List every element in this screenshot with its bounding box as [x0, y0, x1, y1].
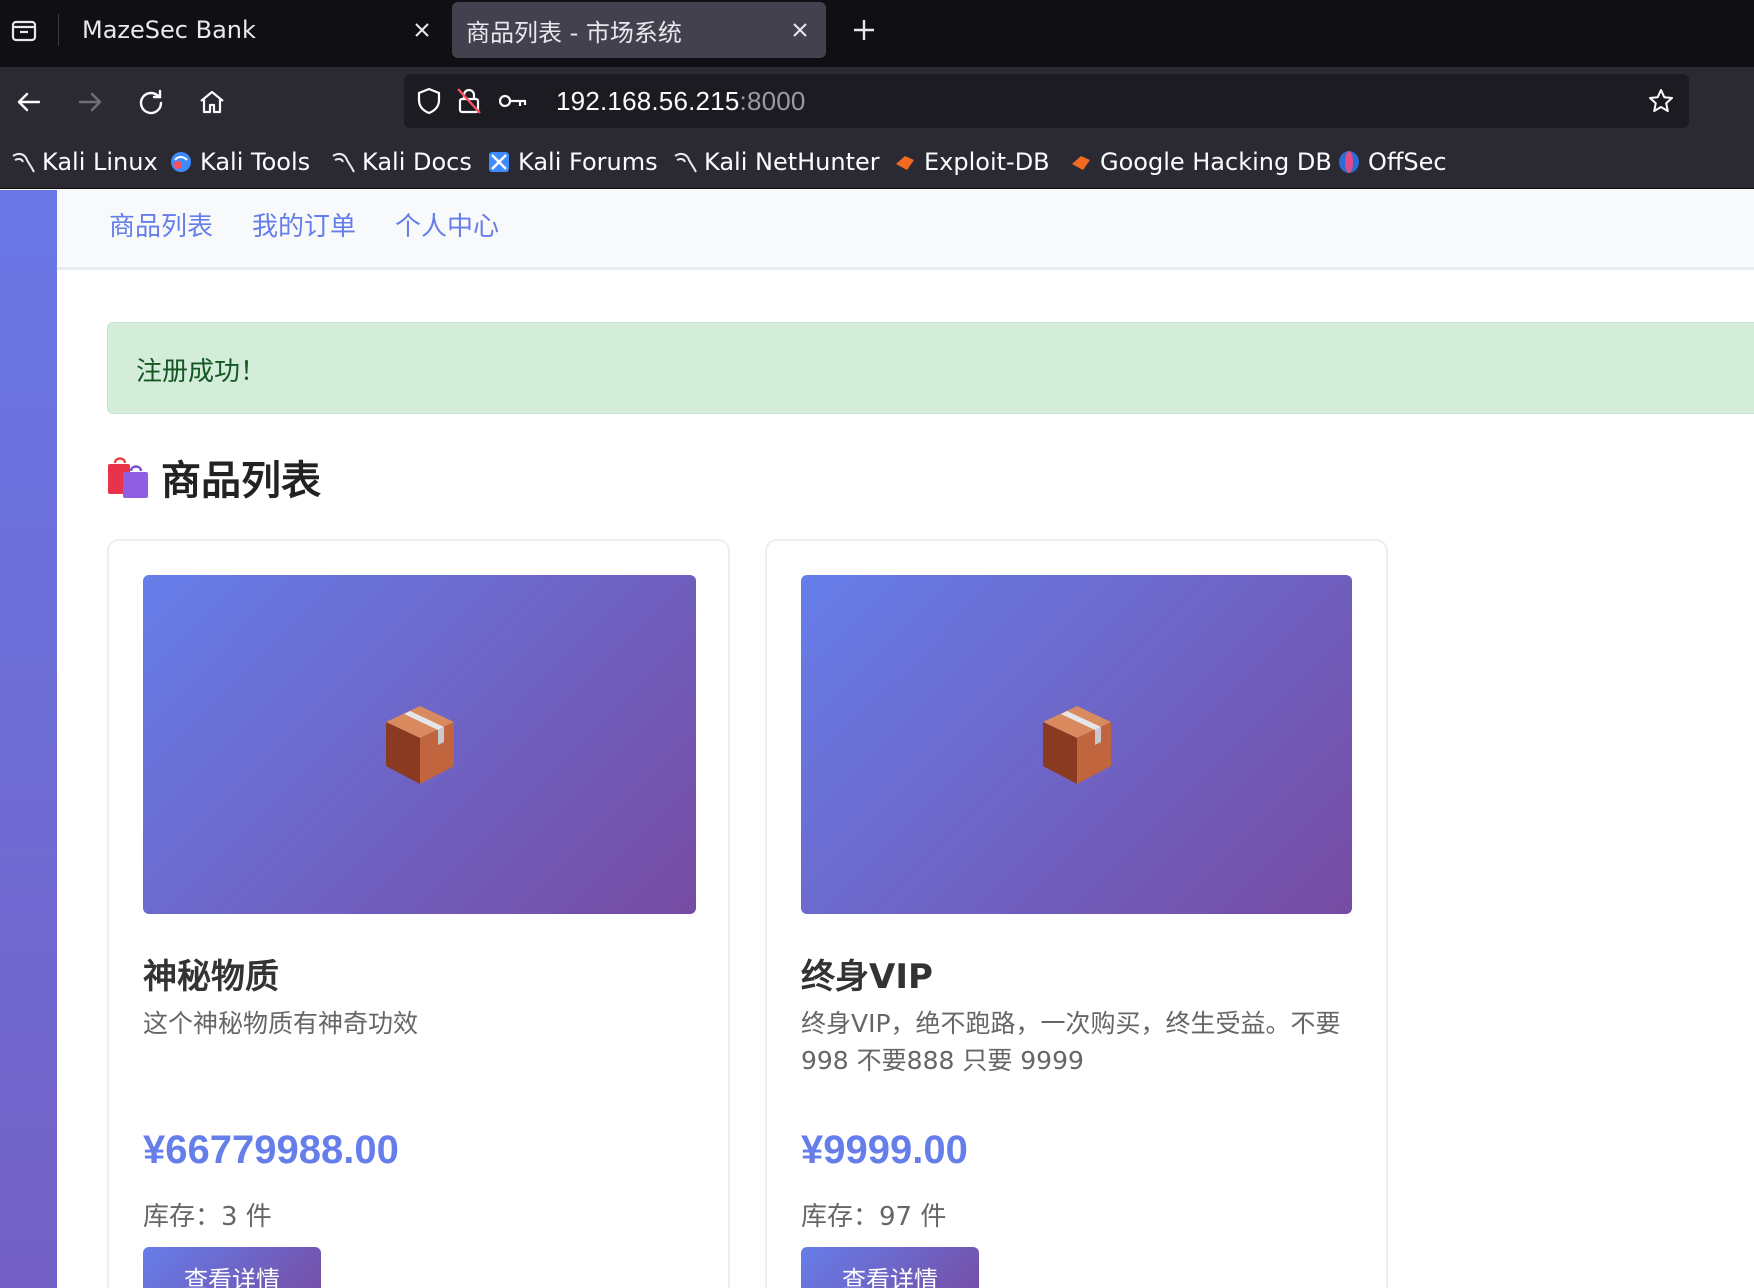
home-icon[interactable]: [193, 83, 231, 121]
product-description: 这个神秘物质有神奇功效: [143, 1009, 419, 1038]
product-stock: 库存：3 件: [143, 1202, 272, 1232]
url-text[interactable]: 192.168.56.215:8000: [556, 86, 806, 116]
browser-tab-bar: MazeSec Bank 商品列表 - 市场系统: [0, 0, 1754, 67]
tab-mazesec-bank[interactable]: MazeSec Bank: [58, 2, 448, 58]
success-alert: 注册成功！: [107, 322, 1754, 414]
kali-forums-icon: [486, 149, 512, 175]
tab-title: MazeSec Bank: [82, 16, 256, 44]
product-description: 终身VIP，绝不跑路，一次购买，终生受益。不要998 不要888 只要 9999: [801, 1009, 1341, 1075]
kali-dragon-icon: [10, 149, 36, 175]
back-arrow-icon[interactable]: [10, 83, 48, 121]
exploit-db-icon: [892, 149, 918, 175]
package-icon: [1042, 705, 1111, 784]
product-name: 神秘物质: [143, 957, 279, 997]
bookmark-label: OffSec: [1368, 148, 1447, 176]
browser-toolbar: 192.168.56.215:8000: [0, 67, 1754, 135]
product-image: [143, 575, 696, 914]
close-icon[interactable]: [408, 16, 436, 44]
bookmark-kali-linux[interactable]: Kali Linux: [10, 147, 158, 177]
bookmark-offsec[interactable]: OffSec: [1336, 147, 1447, 177]
package-icon: [385, 705, 454, 784]
shield-icon[interactable]: [414, 86, 444, 116]
product-image: [801, 575, 1352, 914]
exploit-db-icon: [1068, 149, 1094, 175]
bookmark-label: Kali Tools: [200, 148, 311, 176]
close-icon[interactable]: [786, 16, 814, 44]
page-viewport: 商品列表 我的订单 个人中心 注册成功！ 商品列表 神秘物质 这个神秘物质有神奇…: [0, 190, 1754, 1288]
bookmark-label: Exploit-DB: [924, 148, 1050, 176]
nav-link-product-list[interactable]: 商品列表: [109, 206, 213, 243]
shopping-bags-icon: [108, 457, 148, 498]
bookmark-exploit-db[interactable]: Exploit-DB: [892, 147, 1050, 177]
tab-list-icon[interactable]: [4, 10, 44, 50]
bookmark-kali-tools[interactable]: Kali Tools: [168, 147, 310, 177]
bookmark-label: Kali Forums: [518, 148, 658, 176]
tab-product-list[interactable]: 商品列表 - 市场系统: [452, 2, 826, 58]
bookmark-label: Kali Docs: [362, 148, 472, 176]
product-price: ¥9999.00: [801, 1128, 968, 1172]
bookmark-label: Google Hacking DB: [1100, 148, 1332, 176]
product-card: 终身VIP 终身VIP，绝不跑路，一次购买，终生受益。不要998 不要888 只…: [765, 539, 1388, 1288]
site-navbar: 商品列表 我的订单 个人中心: [57, 190, 1754, 270]
view-details-button[interactable]: 查看详情: [801, 1247, 979, 1288]
bookmark-label: Kali Linux: [42, 148, 158, 176]
url-port: :8000: [739, 86, 806, 116]
bookmarks-toolbar: Kali Linux Kali Tools Kali Docs Kali For…: [0, 135, 1754, 189]
product-card: 神秘物质 这个神秘物质有神奇功效 ¥66779988.00 库存：3 件 查看详…: [107, 539, 730, 1288]
alert-message: 注册成功！: [136, 357, 267, 387]
bookmark-label: Kali NetHunter: [704, 148, 880, 176]
product-stock: 库存：97 件: [801, 1202, 947, 1232]
url-host: 192.168.56.215: [556, 86, 740, 116]
bookmark-star-icon[interactable]: [1646, 86, 1676, 116]
nav-link-my-orders[interactable]: 我的订单: [252, 206, 356, 243]
tab-title: 商品列表 - 市场系统: [466, 18, 682, 47]
view-details-button[interactable]: 查看详情: [143, 1247, 321, 1288]
product-price: ¥66779988.00: [143, 1128, 399, 1172]
kali-dragon-icon: [330, 149, 356, 175]
offsec-icon: [1336, 149, 1362, 175]
new-tab-plus-icon[interactable]: [846, 12, 882, 48]
insecure-lock-icon[interactable]: [454, 86, 484, 116]
address-bar[interactable]: 192.168.56.215:8000: [404, 74, 1689, 128]
bookmark-kali-nethunter[interactable]: Kali NetHunter: [672, 147, 880, 177]
nav-link-profile[interactable]: 个人中心: [395, 206, 499, 243]
page-background-gradient: [0, 190, 57, 1288]
kali-dragon-icon: [672, 149, 698, 175]
reload-icon[interactable]: [132, 83, 170, 121]
bookmark-kali-forums[interactable]: Kali Forums: [486, 147, 658, 177]
page-title: 商品列表: [161, 458, 321, 504]
forward-arrow-icon[interactable]: [71, 83, 109, 121]
section-heading: 商品列表: [107, 452, 321, 504]
kali-tools-icon: [168, 149, 194, 175]
key-icon[interactable]: [498, 86, 528, 116]
bookmark-google-hacking-db[interactable]: Google Hacking DB: [1068, 147, 1332, 177]
product-name: 终身VIP: [801, 957, 933, 997]
bookmark-kali-docs[interactable]: Kali Docs: [330, 147, 472, 177]
